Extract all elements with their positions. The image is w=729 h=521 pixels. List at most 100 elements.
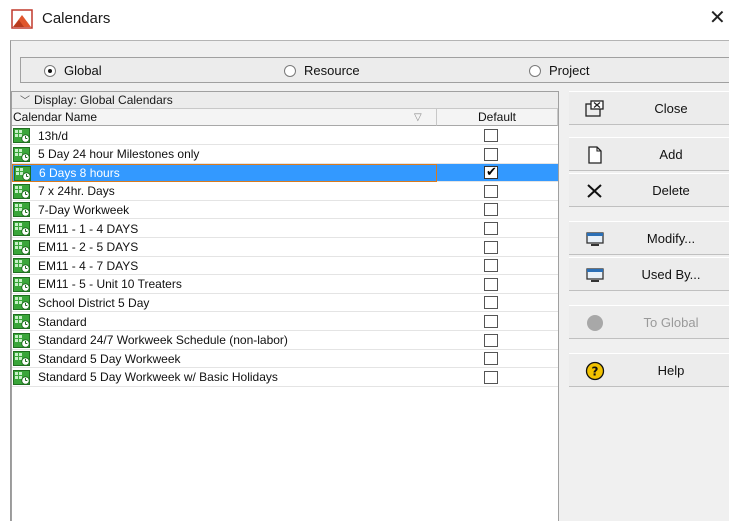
calendar-name-cell[interactable]: 5 Day 24 hour Milestones only — [12, 146, 437, 164]
calendar-name-cell[interactable]: EM11 - 1 - 4 DAYS — [12, 220, 437, 238]
default-checkbox[interactable] — [484, 184, 498, 198]
calendar-name-cell[interactable]: EM11 - 4 - 7 DAYS — [12, 257, 437, 276]
default-checkbox[interactable] — [484, 296, 498, 310]
default-checkbox[interactable] — [484, 222, 498, 235]
default-cell — [437, 350, 558, 369]
calendar-name-label: 6 Days 8 hours — [39, 166, 120, 181]
radio-resource-label: Resource — [304, 63, 360, 78]
calendar-name-cell[interactable]: Standard 24/7 Workweek Schedule (non-lab… — [12, 332, 437, 350]
table-row[interactable]: EM11 - 2 - 5 DAYS — [12, 239, 558, 257]
calendar-name-label: 7-Day Workweek — [38, 202, 130, 217]
checkmark-icon: ✔ — [486, 164, 497, 180]
modify-window-icon — [586, 232, 604, 246]
default-checkbox[interactable] — [484, 352, 498, 366]
close-window-icon — [585, 100, 604, 117]
default-cell — [437, 183, 558, 201]
radio-global-indicator[interactable] — [44, 64, 56, 77]
window-close-icon[interactable]: ✕ — [709, 6, 726, 30]
default-cell — [437, 220, 558, 238]
help-question-icon: ? — [585, 361, 605, 381]
add-button[interactable]: Add — [569, 137, 729, 171]
close-button[interactable]: Close — [569, 91, 729, 125]
table-row[interactable]: 7-Day Workweek — [12, 201, 558, 220]
default-cell — [437, 127, 558, 145]
to-global-button[interactable]: To Global — [569, 305, 729, 339]
close-button-label: Close — [654, 100, 688, 116]
table-row[interactable]: EM11 - 4 - 7 DAYS — [12, 257, 558, 276]
table-row[interactable]: School District 5 Day — [12, 294, 558, 313]
chevron-down-icon[interactable]: ﹀ — [20, 93, 30, 110]
calendar-name-cell[interactable]: 7-Day Workweek — [12, 201, 437, 220]
default-checkbox[interactable] — [484, 370, 498, 384]
svg-text:?: ? — [592, 365, 599, 379]
table-row[interactable]: Standard — [12, 313, 558, 331]
column-header-default[interactable]: Default — [437, 109, 558, 126]
column-header-calendar-name[interactable]: Calendar Name ▽ — [12, 109, 437, 126]
window-title: Calendars — [42, 10, 111, 27]
calendar-icon — [13, 146, 30, 162]
table-row[interactable]: 7 x 24hr. Days — [12, 183, 558, 201]
default-checkbox[interactable] — [484, 240, 498, 254]
calendar-name-label: 5 Day 24 hour Milestones only — [38, 147, 200, 162]
radio-project-indicator[interactable] — [529, 64, 541, 77]
table-row[interactable]: Standard 5 Day Workweek — [12, 350, 558, 369]
default-checkbox[interactable]: ✔ — [484, 164, 498, 180]
calendar-name-cell[interactable]: 13h/d — [12, 127, 437, 145]
used-by-window-icon — [586, 268, 604, 282]
calendar-icon — [14, 165, 31, 181]
default-checkbox[interactable] — [484, 259, 498, 273]
used-by-button[interactable]: Used By... — [569, 257, 729, 291]
default-checkbox[interactable] — [484, 277, 498, 291]
calendar-name-cell[interactable]: Standard 5 Day Workweek w/ Basic Holiday… — [12, 369, 437, 387]
calendar-name-cell[interactable]: School District 5 Day — [12, 294, 437, 313]
delete-x-icon — [587, 184, 602, 198]
default-checkbox[interactable] — [484, 147, 498, 161]
table-row[interactable]: Standard 24/7 Workweek Schedule (non-lab… — [12, 332, 558, 350]
display-filter-bar[interactable]: ﹀ Display: Global Calendars — [12, 92, 558, 109]
dialog-body: Global Resource Project ﹀ Display: Global… — [10, 40, 729, 521]
radio-global-label: Global — [64, 63, 102, 78]
display-filter-label: Display: Global Calendars — [34, 93, 173, 107]
calendar-name-label: 13h/d — [38, 128, 69, 143]
calendar-icon — [13, 221, 30, 236]
calendar-icon — [13, 239, 30, 255]
calendar-name-cell[interactable]: EM11 - 5 - Unit 10 Treaters — [12, 276, 437, 294]
radio-global[interactable]: Global — [44, 63, 102, 78]
default-checkbox[interactable] — [484, 333, 498, 347]
default-checkbox[interactable] — [484, 315, 498, 328]
default-cell — [437, 276, 558, 294]
calendar-name-label: 7 x 24hr. Days — [38, 184, 115, 199]
modify-button[interactable]: Modify... — [569, 221, 729, 255]
calendar-name-cell[interactable]: Standard — [12, 313, 437, 331]
radio-project-label: Project — [549, 63, 590, 78]
radio-resource-indicator[interactable] — [284, 64, 296, 77]
calendars-app-icon — [11, 9, 33, 29]
calendar-name-cell[interactable]: 6 Days 8 hours — [12, 164, 437, 183]
table-row[interactable]: 13h/d — [12, 127, 558, 145]
default-cell — [437, 332, 558, 350]
calendar-name-cell[interactable]: Standard 5 Day Workweek — [12, 350, 437, 369]
table-row[interactable]: EM11 - 1 - 4 DAYS — [12, 220, 558, 238]
default-cell — [437, 313, 558, 331]
help-button[interactable]: ? Help — [569, 353, 729, 387]
help-button-label: Help — [657, 362, 685, 378]
radio-resource[interactable]: Resource — [284, 63, 360, 78]
default-checkbox[interactable] — [484, 129, 498, 142]
delete-button[interactable]: Delete — [569, 173, 729, 207]
default-cell — [437, 146, 558, 164]
sort-arrow-icon[interactable]: ▽ — [414, 109, 422, 126]
table-row[interactable]: Standard 5 Day Workweek w/ Basic Holiday… — [12, 369, 558, 387]
radio-project[interactable]: Project — [529, 63, 589, 78]
calendar-name-cell[interactable]: EM11 - 2 - 5 DAYS — [12, 239, 437, 257]
default-checkbox[interactable] — [484, 203, 498, 217]
calendar-name-label: EM11 - 4 - 7 DAYS — [38, 258, 139, 273]
column-header-default-label: Default — [477, 110, 517, 124]
table-row[interactable]: 6 Days 8 hours ✔ — [12, 164, 558, 183]
calendar-icon — [13, 369, 30, 385]
table-row[interactable]: EM11 - 5 - Unit 10 Treaters — [12, 276, 558, 294]
calendar-name-cell[interactable]: 7 x 24hr. Days — [12, 183, 437, 201]
calendar-name-label: EM11 - 1 - 4 DAYS — [38, 221, 139, 236]
new-document-icon — [588, 146, 602, 164]
table-row[interactable]: 5 Day 24 hour Milestones only — [12, 146, 558, 164]
calendar-name-label: EM11 - 5 - Unit 10 Treaters — [38, 277, 182, 292]
